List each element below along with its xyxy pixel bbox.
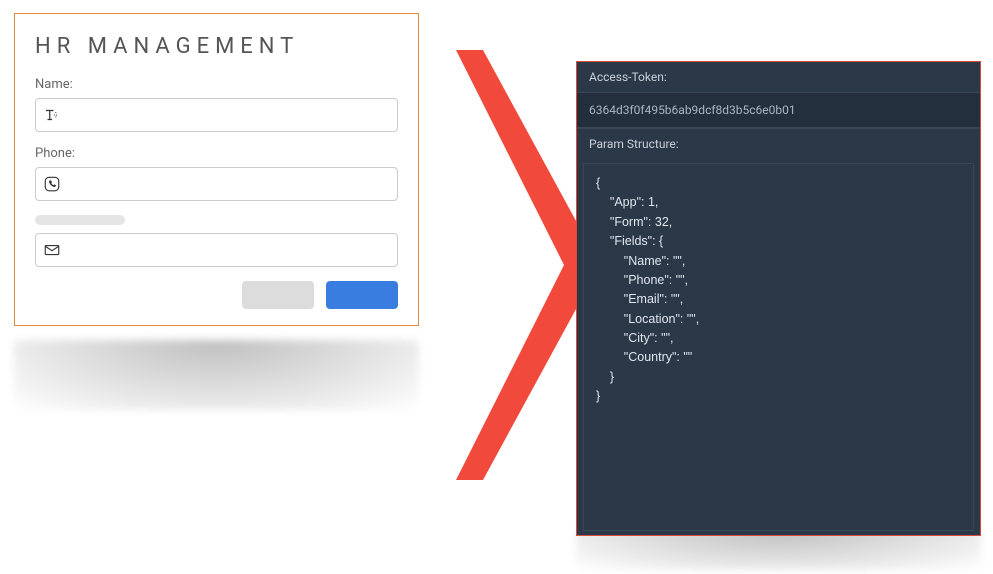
phone-icon: [43, 175, 61, 193]
email-input[interactable]: [35, 233, 398, 267]
form-panel-shadow: [14, 340, 419, 410]
cancel-button[interactable]: [242, 281, 314, 309]
api-panel: Access-Token: 6364d3f0f495b6ab9dcf8d3b5c…: [576, 61, 981, 536]
arrow-indicator: [420, 50, 600, 480]
email-icon: [43, 241, 61, 259]
phone-input-wrap: [35, 167, 398, 201]
name-input-wrap: [35, 98, 398, 132]
phone-label: Phone:: [35, 146, 398, 161]
param-structure-code: { "App": 1, "Form": 32, "Fields": { "Nam…: [583, 163, 974, 531]
submit-button[interactable]: [326, 281, 398, 309]
form-title: HR MANAGEMENT: [35, 34, 398, 59]
email-input-wrap: [35, 233, 398, 267]
phone-input[interactable]: [35, 167, 398, 201]
access-token-label: Access-Token:: [577, 62, 980, 93]
form-panel: HR MANAGEMENT Name: Phone:: [14, 13, 419, 326]
text-format-icon: [43, 106, 61, 124]
email-label-placeholder: [35, 215, 125, 225]
name-input[interactable]: [35, 98, 398, 132]
button-row: [35, 281, 398, 309]
access-token-value: 6364d3f0f495b6ab9dcf8d3b5c6e0b01: [577, 93, 980, 128]
param-structure-label: Param Structure:: [577, 128, 980, 159]
api-panel-shadow: [576, 530, 981, 570]
name-label: Name:: [35, 77, 398, 92]
